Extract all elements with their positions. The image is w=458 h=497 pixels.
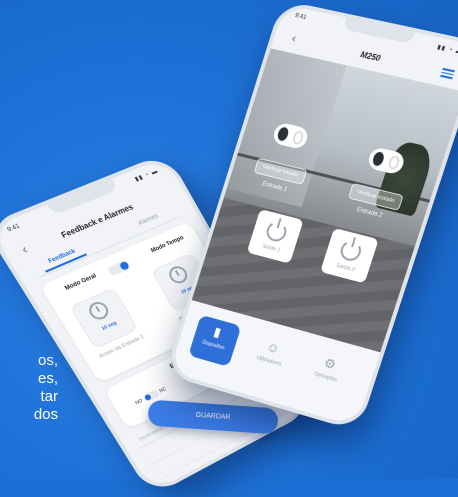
stopwatch-icon [85, 299, 112, 323]
nav-settings[interactable]: ⚙ Definições [299, 346, 355, 400]
mode-time-label: Modo Tempo [150, 235, 186, 255]
users-icon: ☺ [264, 338, 282, 357]
marketing-line: os, [37, 352, 58, 369]
nav-label: Definições [313, 371, 338, 384]
output-label: Saída 2 [335, 262, 356, 274]
nav-users[interactable]: ☺ Utilizadores [243, 330, 297, 383]
nav-label: Utilizadores [255, 354, 282, 368]
nav-label: Dispositivo [201, 339, 226, 352]
menu-icon[interactable] [440, 67, 455, 79]
signal-battery-icon: ▮▮ ◔ ▬ [134, 168, 160, 183]
nc-label: NC [158, 386, 168, 395]
remote-icon: ▮ [212, 324, 223, 340]
input-label-2: Entrada 2 [355, 206, 384, 220]
output-label: Saída 1 [261, 243, 281, 254]
nav-device[interactable]: ▮ Dispositivo [188, 314, 242, 367]
mode-toggle[interactable] [106, 259, 132, 277]
tab-feedback[interactable]: Feedback [48, 248, 77, 264]
status-time: 9:41 [294, 13, 307, 22]
marketing-line: tar [40, 388, 58, 405]
tab-alarms[interactable]: Alarmes [137, 213, 159, 226]
no-label: NO [134, 397, 144, 407]
toggle-knob [118, 260, 131, 271]
signal-battery-icon: ▮▮ ◔ ▬ [436, 44, 458, 57]
power-icon [338, 238, 364, 263]
marketing-text: os, es, tar dos [0, 352, 58, 424]
status-time: 9:41 [6, 223, 22, 234]
marketing-line: es, [37, 370, 58, 387]
marketing-line: dos [33, 406, 58, 423]
stopwatch-icon [165, 263, 191, 287]
gear-icon: ⚙ [322, 355, 338, 373]
mode-general-label: Modo Geral [64, 273, 98, 292]
power-icon [264, 219, 289, 244]
